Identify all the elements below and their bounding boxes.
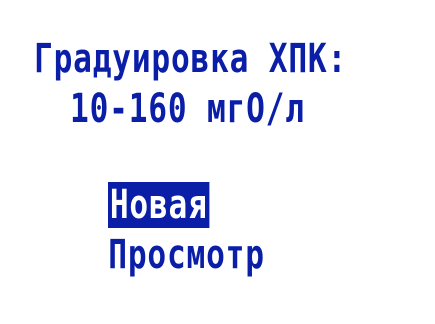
lcd-screen: Градуировка ХПК: 10-160 мгО/л Новая Прос… xyxy=(0,0,435,278)
screen-title: Градуировка ХПК: xyxy=(34,36,348,82)
menu-item-view[interactable]: Просмотр xyxy=(30,186,265,324)
menu-item-view-label: Просмотр xyxy=(108,232,265,278)
range-value: 10-160 мгО/л xyxy=(70,86,305,132)
